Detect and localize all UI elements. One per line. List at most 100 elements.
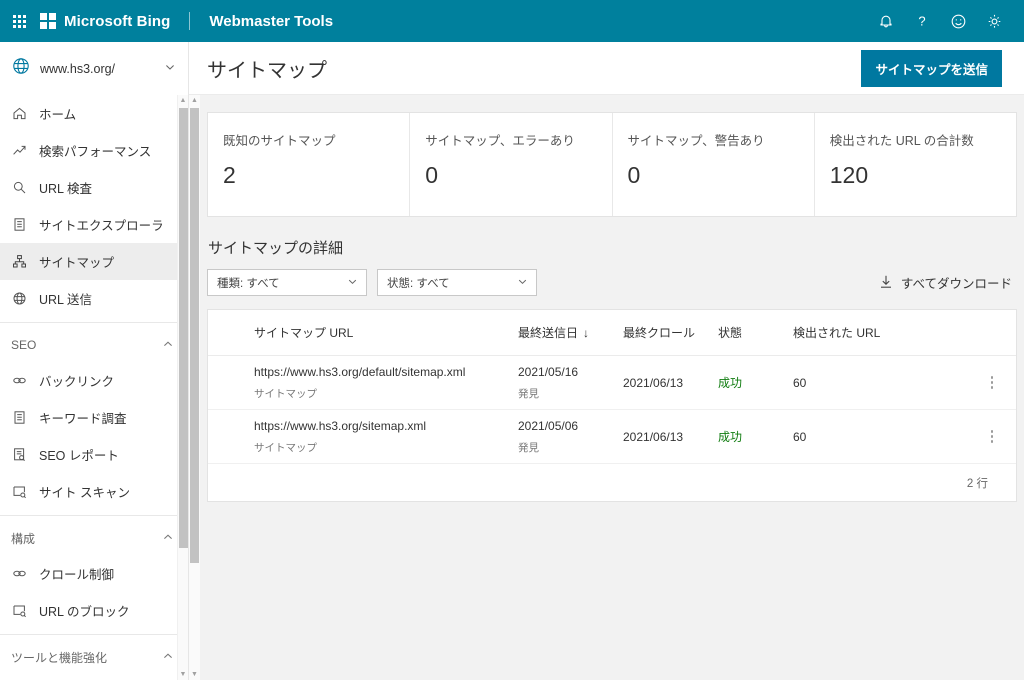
table-row[interactable]: https://www.hs3.org/sitemap.xml サイトマップ 2… — [208, 410, 1016, 464]
sidebar-divider — [0, 322, 188, 323]
summary-cards: 既知のサイトマップ 2 サイトマップ、エラーあり 0 サイトマップ、警告あり 0… — [207, 112, 1017, 217]
trend-up-icon — [11, 143, 27, 159]
page-header: サイトマップ サイトマップを送信 — [189, 42, 1024, 94]
sidebar-group-label: SEO — [11, 338, 37, 352]
sidebar-group-tools[interactable]: ツールと機能強化 — [0, 640, 188, 674]
sidebar-group-configuration[interactable]: 構成 — [0, 521, 188, 555]
sidebar-group-label: 構成 — [11, 531, 36, 546]
sitemap-url-text: https://www.hs3.org/default/sitemap.xml — [254, 364, 466, 379]
sidebar-item-home[interactable]: ホーム — [0, 95, 188, 132]
settings-icon[interactable] — [976, 0, 1012, 42]
top-navigation-bar: Microsoft Bing Webmaster Tools ? — [0, 0, 1024, 42]
sitemap-type-text: サイトマップ — [254, 441, 317, 454]
type-filter-select[interactable]: 種類: すべて — [207, 269, 367, 296]
scan-icon — [11, 603, 27, 619]
sidebar-scroll-down-arrow[interactable]: ▼ — [178, 669, 188, 680]
brand-subtitle: Webmaster Tools — [209, 12, 334, 30]
state-filter-select[interactable]: 状態: すべて — [377, 269, 537, 296]
summary-card-sitemaps-with-errors: サイトマップ、エラーあり 0 — [410, 113, 613, 216]
download-icon — [879, 274, 893, 292]
sidebar-item-backlinks[interactable]: バックリンク — [0, 362, 188, 399]
sidebar-item-seo-reports[interactable]: SEO レポート — [0, 436, 188, 473]
kebab-menu-icon[interactable] — [986, 424, 999, 449]
table-header-row: サイトマップ URL 最終送信日 ↓ 最終クロール 状態 検出された URL — [208, 310, 1016, 356]
filter-toolbar: 種類: すべて 状態: すべて すべてダウンロード — [207, 269, 1017, 296]
download-all-button[interactable]: すべてダウンロード — [879, 273, 1017, 292]
sidebar-item-robots-txt-tester[interactable]: Robots.txt テスター — [0, 674, 188, 680]
sidebar-item-url-submission[interactable]: URL 送信 — [0, 280, 188, 317]
cell-sitemap-url[interactable]: https://www.hs3.org/sitemap.xml サイトマップ — [208, 419, 518, 455]
column-header-sitemap-url[interactable]: サイトマップ URL — [208, 324, 518, 341]
column-header-found-urls[interactable]: 検出された URL — [793, 324, 923, 341]
topbar-actions: ? — [868, 0, 1012, 42]
card-label: サイトマップ、エラーあり — [425, 134, 575, 148]
cell-found-urls: 60 — [793, 376, 923, 390]
found-urls-count: 60 — [793, 429, 807, 444]
last-sent-sub: 発見 — [518, 387, 539, 400]
cell-actions — [923, 370, 1016, 395]
list-document-icon — [11, 217, 27, 233]
last-crawl-date: 2021/06/13 — [623, 375, 684, 390]
main-panel: 既知のサイトマップ 2 サイトマップ、エラーあり 0 サイトマップ、警告あり 0… — [200, 95, 1024, 669]
cell-actions — [923, 424, 1016, 449]
chevron-up-icon — [162, 338, 174, 353]
help-icon[interactable]: ? — [904, 0, 940, 42]
last-sent-date: 2021/05/16 — [518, 364, 579, 379]
waffle-grid-icon[interactable] — [0, 14, 38, 28]
sub-header-bar: www.hs3.org/ サイトマップ サイトマップを送信 — [0, 42, 1024, 95]
microsoft-bing-logo — [40, 13, 56, 29]
brand-title: Microsoft Bing — [64, 12, 171, 30]
main-scrollbar[interactable]: ▲ ▼ — [189, 95, 200, 680]
cell-state: 成功 — [718, 374, 793, 391]
column-header-state[interactable]: 状態 — [718, 324, 793, 341]
sidebar-item-label: SEO レポート — [39, 449, 119, 463]
sidebar-item-crawl-control[interactable]: クロール制御 — [0, 555, 188, 592]
sitemap-details-heading: サイトマップの詳細 — [208, 240, 344, 257]
column-header-last-crawl[interactable]: 最終クロール — [623, 324, 718, 341]
cell-sitemap-url[interactable]: https://www.hs3.org/default/sitemap.xml … — [208, 365, 518, 401]
chevron-down-icon — [517, 276, 528, 290]
found-urls-count: 60 — [793, 375, 807, 390]
last-sent-sub: 発見 — [518, 441, 539, 454]
table-row[interactable]: https://www.hs3.org/default/sitemap.xml … — [208, 356, 1016, 410]
notifications-icon[interactable] — [868, 0, 904, 42]
sidebar-item-label: バックリンク — [39, 375, 115, 389]
kebab-menu-icon[interactable] — [986, 370, 999, 395]
main-scroll-thumb[interactable] — [190, 108, 199, 563]
last-sent-date: 2021/05/06 — [518, 418, 579, 433]
card-label: 検出された URL の合計数 — [829, 134, 974, 148]
main-content-area: ▲ ▼ 既知のサイトマップ 2 サイトマップ、エラーあり 0 サイトマップ、警告… — [189, 95, 1024, 680]
sidebar-item-site-explorer[interactable]: サイトエクスプローラ — [0, 206, 188, 243]
column-header-last-sent[interactable]: 最終送信日 ↓ — [518, 324, 623, 341]
sidebar-item-label: キーワード調査 — [39, 412, 127, 426]
site-selector-dropdown[interactable]: www.hs3.org/ — [0, 42, 189, 95]
site-url-label: www.hs3.org/ — [40, 61, 116, 76]
brand-area[interactable]: Microsoft Bing Webmaster Tools — [40, 12, 333, 30]
sidebar-scroll-up-arrow[interactable]: ▲ — [178, 95, 188, 106]
scan-icon — [11, 484, 27, 500]
sitemaps-table: サイトマップ URL 最終送信日 ↓ 最終クロール 状態 検出された URL ht… — [207, 309, 1017, 502]
cell-last-sent: 2021/05/16 発見 — [518, 365, 623, 401]
sidebar-item-url-inspection[interactable]: URL 検査 — [0, 169, 188, 206]
sidebar-divider — [0, 634, 188, 635]
sidebar-item-label: サイトエクスプローラ — [39, 219, 164, 233]
sort-indicator-icon: ↓ — [583, 326, 590, 340]
sidebar-item-search-performance[interactable]: 検索パフォーマンス — [0, 132, 188, 169]
sidebar-item-site-scan[interactable]: サイト スキャン — [0, 473, 188, 510]
column-header-last-sent-label: 最終送信日 — [518, 326, 579, 340]
feedback-icon[interactable] — [940, 0, 976, 42]
sidebar-scrollbar[interactable]: ▲ ▼ — [177, 95, 188, 680]
brand-divider — [189, 12, 191, 30]
submit-sitemap-button[interactable]: サイトマップを送信 — [861, 49, 1002, 87]
sidebar-item-keyword-research[interactable]: キーワード調査 — [0, 399, 188, 436]
sidebar-scroll-thumb[interactable] — [179, 108, 188, 548]
sidebar-item-label: URL 検査 — [39, 182, 93, 196]
link-icon — [11, 566, 27, 582]
sidebar-navigation: ホーム 検索パフォーマンス URL 検査 サイトエクスプローラ サイトマップ U… — [0, 95, 189, 680]
main-scroll-down-arrow[interactable]: ▼ — [189, 669, 200, 680]
sidebar-group-seo[interactable]: SEO — [0, 328, 188, 362]
sitemap-type-text: サイトマップ — [254, 387, 317, 400]
main-scroll-up-arrow[interactable]: ▲ — [189, 95, 200, 106]
sidebar-item-sitemaps[interactable]: サイトマップ — [0, 243, 188, 280]
sidebar-item-block-urls[interactable]: URL のブロック — [0, 592, 188, 629]
